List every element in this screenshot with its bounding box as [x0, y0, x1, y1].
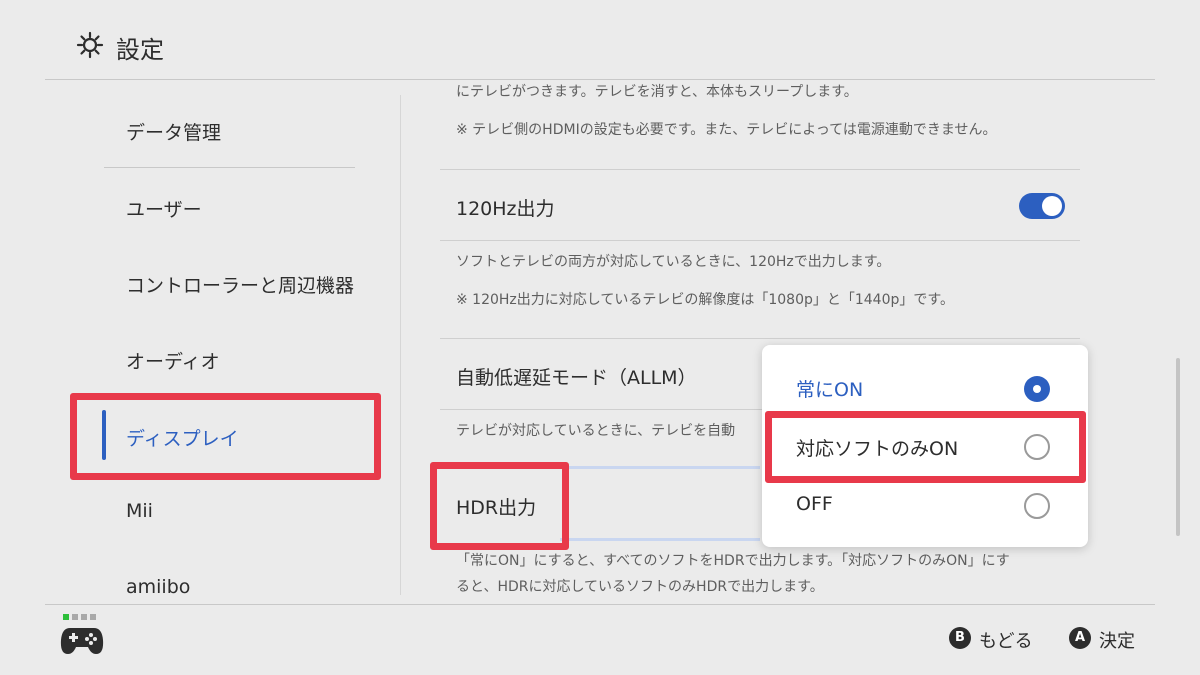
header-divider [45, 79, 1155, 80]
setting-allm-desc: テレビが対応しているときに、テレビを自動 [456, 423, 736, 439]
sidebar-divider [104, 167, 355, 168]
setting-allm-label[interactable]: 自動低遅延モード（ALLM） [456, 363, 697, 390]
gear-icon [76, 31, 104, 59]
toggle-120hz[interactable] [1019, 193, 1065, 219]
b-button-icon: B [949, 627, 971, 649]
back-button[interactable]: もどる [979, 627, 1033, 653]
content-separator [440, 338, 1080, 339]
scrollbar[interactable] [1176, 358, 1180, 536]
pane-divider [400, 95, 401, 595]
tv-sleep-note: にテレビがつきます。テレビを消すと、本体もスリープします。 [456, 84, 858, 100]
setting-hdr-desc-line1: 「常にON」にすると、すべてのソフトをHDRで出力します。「対応ソフトのみON」… [456, 553, 1010, 569]
setting-120hz-desc: ソフトとテレビの両方が対応しているときに、120Hzで出力します。 [456, 254, 891, 270]
content-separator [440, 169, 1080, 170]
confirm-button[interactable]: 決定 [1099, 627, 1135, 653]
footer-divider [45, 604, 1155, 605]
controller-icon [60, 624, 104, 656]
radio-always-on[interactable] [1024, 376, 1050, 402]
hdmi-note: ※ テレビ側のHDMIの設定も必要です。また、テレビによっては電源連動できません… [456, 122, 997, 138]
sidebar-item-data-management[interactable]: データ管理 [126, 118, 221, 145]
setting-120hz-note: ※ 120Hz出力に対応しているテレビの解像度は「1080p」と「1440p」で… [456, 292, 954, 308]
player-indicator-dot [90, 614, 96, 620]
toggle-knob [1042, 196, 1062, 216]
player-indicator-dot [63, 614, 69, 620]
annotation-box-option [765, 411, 1086, 483]
player-indicator-dot [81, 614, 87, 620]
focus-highlight-bottom [560, 538, 760, 541]
option-off[interactable]: OFF [796, 493, 833, 515]
radio-off[interactable] [1024, 493, 1050, 519]
setting-120hz-label[interactable]: 120Hz出力 [456, 194, 555, 221]
sidebar-item-controllers[interactable]: コントローラーと周辺機器 [126, 271, 354, 298]
player-indicator-dot [72, 614, 78, 620]
sidebar-item-users[interactable]: ユーザー [126, 195, 202, 222]
option-always-on[interactable]: 常にON [796, 375, 863, 402]
sidebar-item-audio[interactable]: オーディオ [126, 347, 220, 374]
annotation-box-display [70, 393, 381, 480]
annotation-box-hdr [430, 462, 569, 550]
sidebar-item-amiibo[interactable]: amiibo [126, 576, 190, 598]
setting-hdr-desc-line2: ると、HDRに対応しているソフトのみHDRで出力します。 [456, 579, 824, 595]
content-separator [440, 240, 1080, 241]
page-title: 設定 [116, 36, 164, 64]
sidebar-item-mii[interactable]: Mii [126, 500, 153, 522]
a-button-icon: A [1069, 627, 1091, 649]
focus-highlight-top [560, 466, 760, 469]
